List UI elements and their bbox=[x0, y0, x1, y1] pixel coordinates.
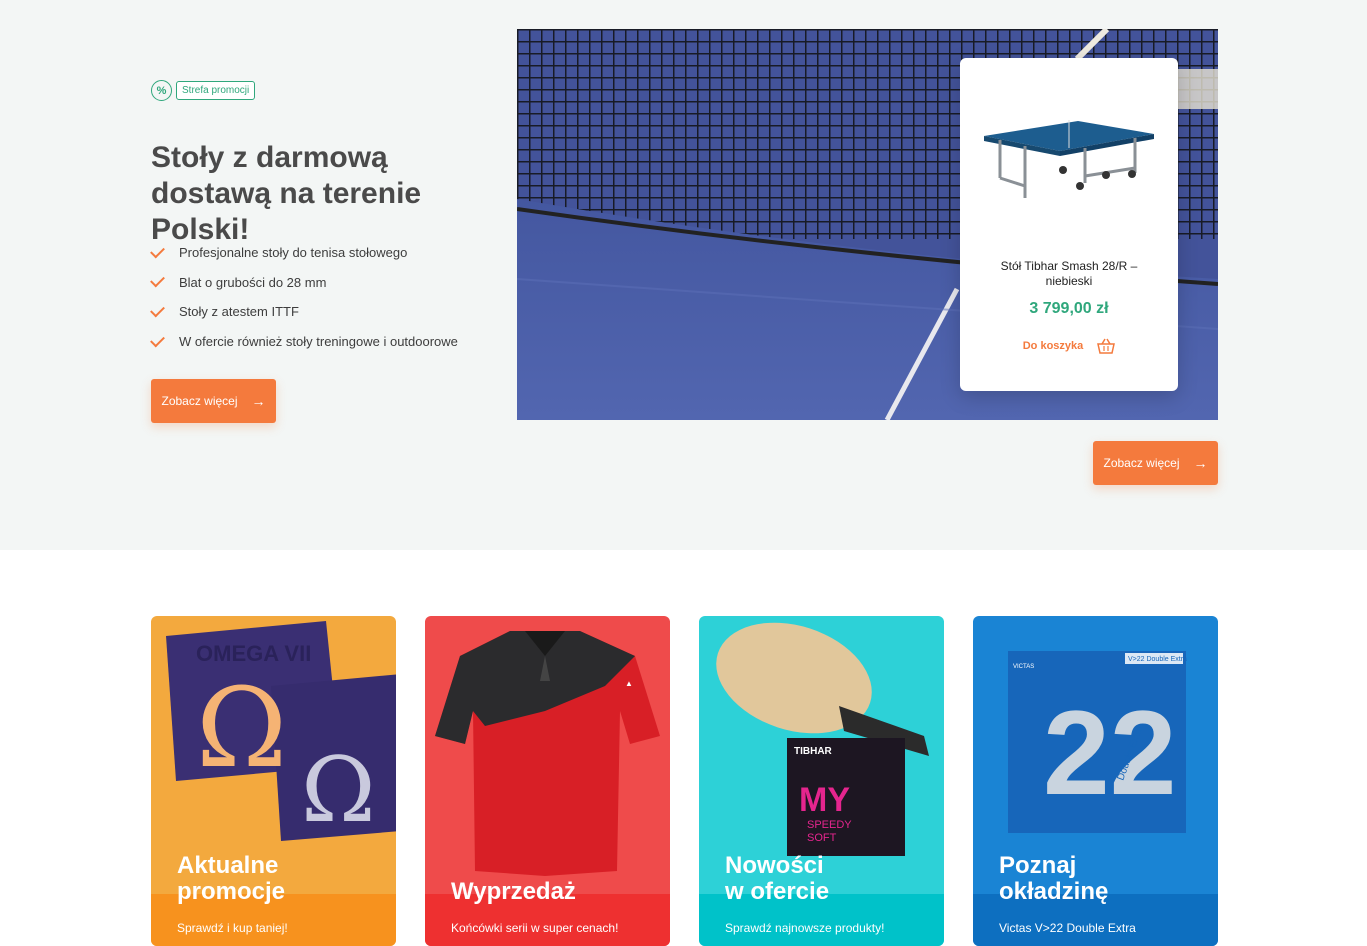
card-title: Nowości w ofercie bbox=[725, 852, 830, 905]
see-more-button-secondary[interactable]: Zobacz więcej → bbox=[1093, 441, 1218, 485]
category-card-promotions[interactable]: OMEGA VII Ω Ω Aktualne promocje Sprawdź … bbox=[151, 616, 396, 946]
check-icon bbox=[150, 332, 165, 348]
hero-section: % Strefa promocji Stoły z darmową dostaw… bbox=[0, 0, 1367, 550]
feature-item: Stoły z atestem ITTF bbox=[150, 297, 458, 327]
promo-zone-tag[interactable]: % Strefa promocji bbox=[151, 80, 256, 101]
see-more-label: Zobacz więcej bbox=[1103, 456, 1180, 470]
see-more-button[interactable]: Zobacz więcej → bbox=[151, 379, 276, 423]
rubber-model-text: SOFT bbox=[807, 832, 837, 844]
category-card-new[interactable]: TIBHAR MY SPEEDY SOFT Nowości w ofercie … bbox=[699, 616, 944, 946]
category-cards: OMEGA VII Ω Ω Aktualne promocje Sprawdź … bbox=[151, 616, 1218, 946]
omega-symbol: Ω bbox=[196, 664, 287, 792]
feature-item: Profesjonalne stoły do tenisa stołowego bbox=[150, 238, 458, 268]
card-title: Aktualne promocje bbox=[177, 852, 286, 905]
product-card[interactable]: Stół Tibhar Smash 28/R – niebieski 3 799… bbox=[960, 58, 1178, 391]
feature-item: Blat o grubości do 28 mm bbox=[150, 268, 458, 298]
rubber-model-text: V>22 Double Extra bbox=[1128, 656, 1187, 663]
feature-text: Blat o grubości do 28 mm bbox=[179, 274, 327, 290]
arrow-right-icon: → bbox=[251, 393, 266, 409]
card-title: Poznaj okładzinę bbox=[999, 852, 1109, 905]
promo-zone-label: Strefa promocji bbox=[176, 81, 256, 100]
ping-pong-table-image bbox=[984, 120, 1154, 198]
feature-text: Stoły z atestem ITTF bbox=[179, 304, 299, 320]
check-icon bbox=[150, 302, 165, 318]
feature-text: Profesjonalne stoły do tenisa stołowego bbox=[179, 245, 408, 261]
rubber-model-text: MY bbox=[799, 781, 850, 819]
check-icon bbox=[150, 272, 165, 288]
rubber-number-text: 22 bbox=[1043, 686, 1176, 820]
see-more-label: Zobacz więcej bbox=[161, 394, 238, 408]
check-icon bbox=[150, 243, 165, 259]
product-price: 3 799,00 zł bbox=[1029, 300, 1109, 317]
card-title: Wyprzedaż bbox=[451, 878, 576, 905]
polo-shirt-image: ▲ bbox=[435, 631, 660, 876]
percent-icon: % bbox=[151, 80, 172, 101]
product-name[interactable]: Stół Tibhar Smash 28/R – niebieski bbox=[980, 259, 1158, 289]
rubber-brand-text: VICTAS bbox=[1013, 664, 1034, 670]
brand-logo: ▲ bbox=[625, 679, 633, 688]
rubber-brand-text: TIBHAR bbox=[794, 746, 833, 757]
omega-symbol: Ω bbox=[301, 738, 376, 843]
category-card-rubber[interactable]: VICTAS V>22 Double Extra 22 Double Extra… bbox=[973, 616, 1218, 946]
basket-icon bbox=[1097, 338, 1116, 354]
add-to-cart-button[interactable]: Do koszyka bbox=[960, 338, 1178, 354]
rubber-brand-text: OMEGA VII bbox=[196, 641, 311, 666]
rubber-model-text: SPEEDY bbox=[807, 819, 852, 831]
feature-list: Profesjonalne stoły do tenisa stołowego … bbox=[150, 238, 458, 357]
feature-item: W ofercie również stoły treningowe i out… bbox=[150, 327, 458, 357]
add-to-cart-label: Do koszyka bbox=[1022, 340, 1084, 352]
arrow-right-icon: → bbox=[1193, 455, 1208, 471]
hero-title: Stoły z darmową dostawą na terenie Polsk… bbox=[151, 141, 422, 246]
category-card-sale[interactable]: ▲ Wyprzedaż Końcówki serii w super cenac… bbox=[425, 616, 670, 946]
feature-text: W ofercie również stoły treningowe i out… bbox=[179, 334, 458, 350]
